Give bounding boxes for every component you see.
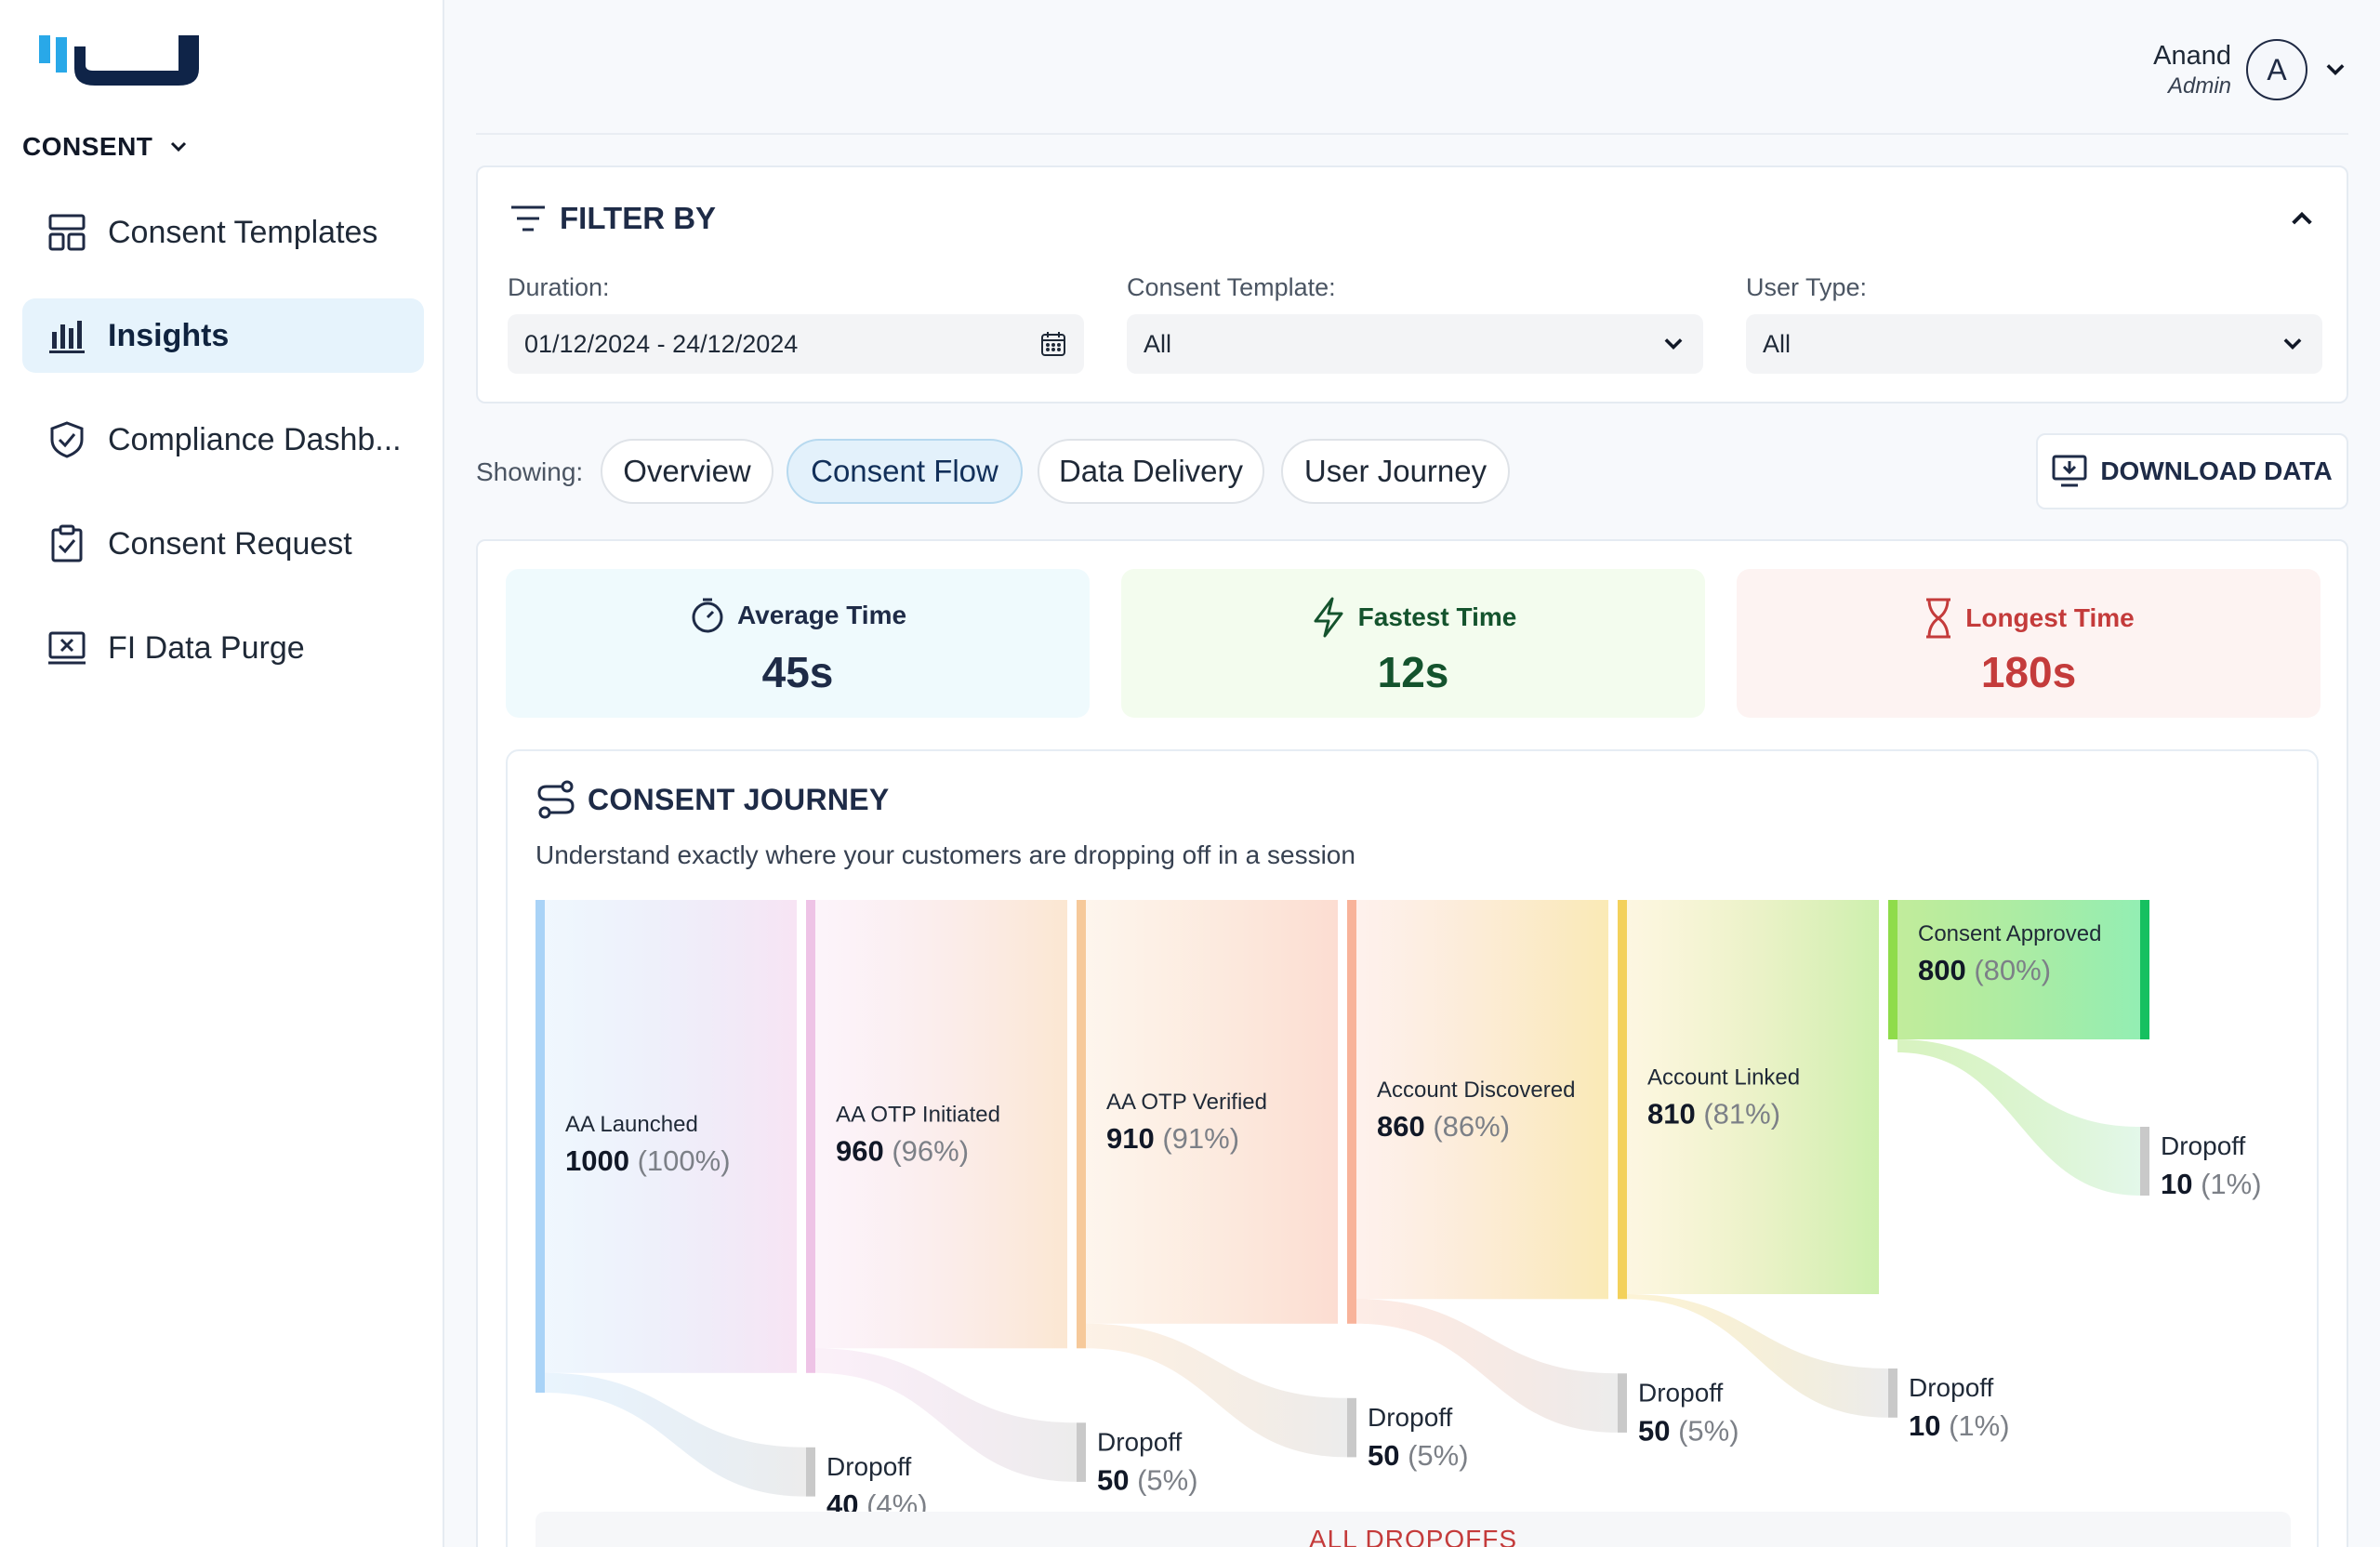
- stage-label-value: 910 (91%): [1106, 1122, 1239, 1155]
- dropoff-label-value: 10 (1%): [2161, 1168, 2262, 1200]
- dropoff-label-value: 50 (5%): [1368, 1439, 1469, 1472]
- dropoff-node: [1618, 1373, 1627, 1433]
- stage-label-name: Account Linked: [1647, 1065, 1800, 1091]
- stage-label-value: 800 (80%): [1918, 954, 2051, 986]
- consent-journey-sankey: Dropoff40 (4%)Dropoff50 (5%)Dropoff50 (5…: [536, 900, 2262, 1521]
- dropoff-node: [1888, 1368, 1897, 1418]
- dropoff-node: [2140, 1127, 2149, 1196]
- stage-node: [1618, 900, 1627, 1300]
- dropoff-label-value: 50 (5%): [1097, 1463, 1198, 1496]
- stage-label-value: 860 (86%): [1377, 1110, 1510, 1143]
- dropoff-flow-band: [1897, 1039, 2140, 1196]
- stage-label-value: 1000 (100%): [565, 1144, 731, 1177]
- dropoff-node: [806, 1447, 815, 1497]
- all-dropoffs-button[interactable]: ALL DROPOFFS: [536, 1512, 2291, 1547]
- stage-node: [1347, 900, 1356, 1324]
- stage-label-name: AA Launched: [565, 1112, 698, 1137]
- dropoff-label-name: Dropoff: [826, 1452, 912, 1481]
- stage-node: [806, 900, 815, 1373]
- dropoff-label-value: 50 (5%): [1638, 1414, 1739, 1447]
- dropoff-label-value: 10 (1%): [1909, 1409, 2010, 1442]
- dropoff-label-name: Dropoff: [1368, 1403, 1453, 1432]
- stage-label-name: AA OTP Verified: [1106, 1090, 1267, 1115]
- dropoff-flow-band: [545, 1372, 806, 1497]
- dropoff-node: [1347, 1397, 1356, 1458]
- stage-label-value: 810 (81%): [1647, 1098, 1780, 1130]
- stage-label-name: Consent Approved: [1918, 921, 2101, 946]
- dropoff-node: [1077, 1422, 1086, 1482]
- final-node: [2140, 900, 2149, 1039]
- stage-label-value: 960 (96%): [836, 1134, 969, 1167]
- stage-node: [1077, 900, 1086, 1349]
- stage-node: [536, 900, 545, 1393]
- dropoff-label-name: Dropoff: [1097, 1427, 1183, 1456]
- dropoff-label-name: Dropoff: [2161, 1131, 2246, 1160]
- dropoff-label-name: Dropoff: [1909, 1373, 1994, 1402]
- dropoff-label-name: Dropoff: [1638, 1378, 1724, 1407]
- stage-label-name: AA OTP Initiated: [836, 1102, 1000, 1127]
- stage-label-name: Account Discovered: [1377, 1078, 1575, 1103]
- stage-node: [1888, 900, 1897, 1039]
